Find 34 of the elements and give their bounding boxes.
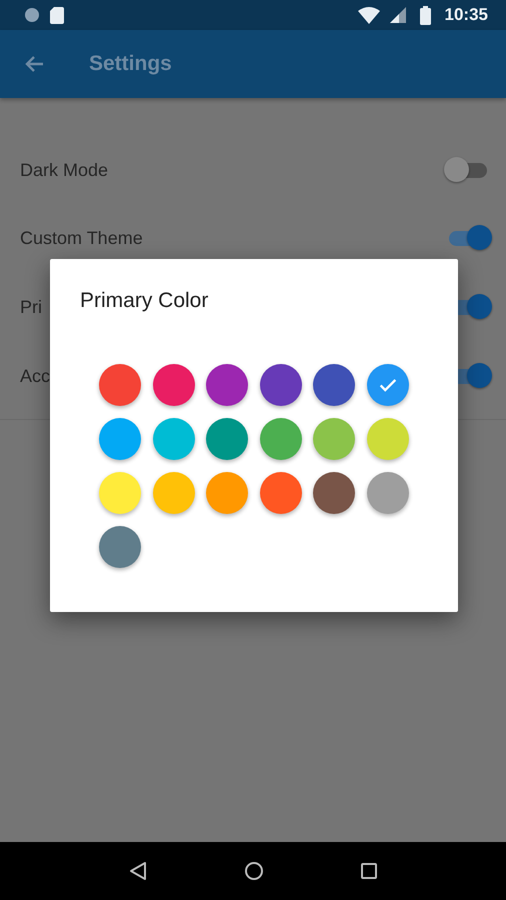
status-time: 10:35 (444, 5, 488, 25)
color-swatch[interactable] (99, 472, 141, 514)
color-swatch[interactable] (206, 364, 248, 406)
circle-icon (24, 7, 40, 23)
back-icon[interactable] (128, 861, 148, 881)
app-bar-title: Settings (89, 52, 172, 76)
color-swatch[interactable] (99, 418, 141, 460)
color-swatch[interactable] (313, 472, 355, 514)
sd-card-icon (50, 6, 64, 24)
recents-icon[interactable] (360, 862, 378, 880)
setting-label: Pri (20, 297, 42, 318)
home-icon[interactable] (244, 861, 264, 881)
color-swatch[interactable] (313, 418, 355, 460)
wifi-icon (358, 6, 380, 24)
battery-icon (420, 6, 431, 24)
color-swatch[interactable] (206, 418, 248, 460)
color-swatch[interactable] (366, 364, 408, 406)
setting-label: Dark Mode (20, 160, 108, 180)
color-swatch[interactable] (152, 418, 194, 460)
color-swatch[interactable] (260, 418, 302, 460)
setting-label: Acc (20, 366, 50, 387)
setting-label: Custom Theme (20, 228, 143, 249)
color-swatch[interactable] (152, 364, 194, 406)
color-swatch[interactable] (206, 472, 248, 514)
color-swatch[interactable] (99, 364, 141, 406)
color-swatch[interactable] (152, 472, 194, 514)
color-swatch[interactable] (366, 472, 408, 514)
dialog-title: Primary Color (80, 289, 210, 313)
color-swatch[interactable] (260, 364, 302, 406)
signal-icon (390, 7, 406, 23)
color-swatch[interactable] (366, 418, 408, 460)
color-swatch[interactable] (313, 364, 355, 406)
color-swatch[interactable] (99, 526, 141, 568)
color-swatch[interactable] (260, 472, 302, 514)
